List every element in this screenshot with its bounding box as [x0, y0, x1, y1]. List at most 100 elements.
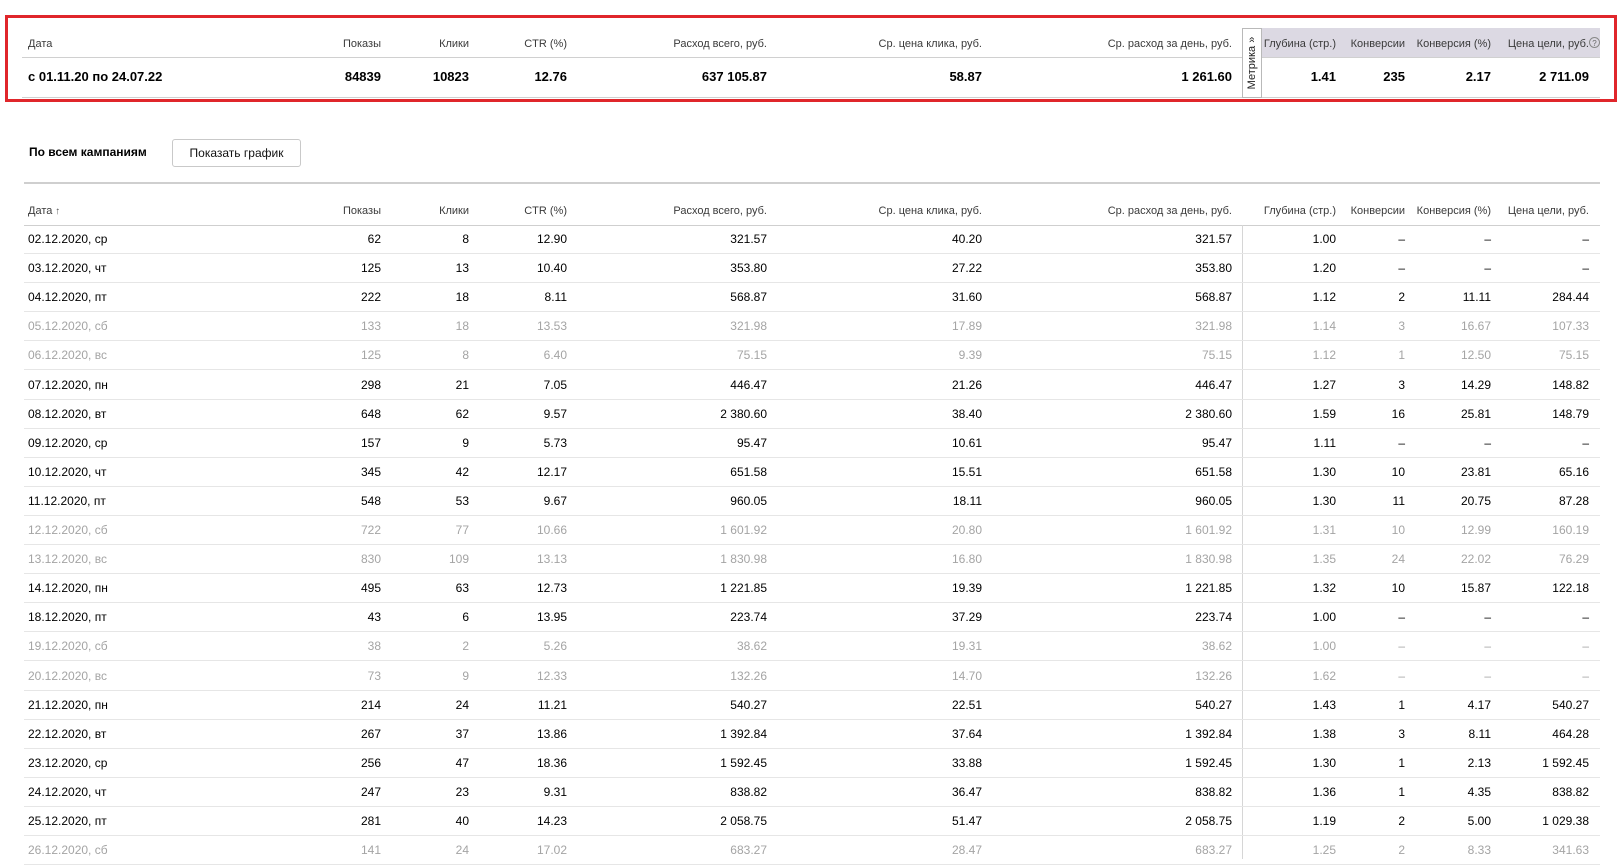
cell-conversion-rate: 16.67 [1460, 319, 1491, 333]
summary-value-avg-daily-spend: 1 261.60 [1181, 69, 1232, 84]
table-header-goal-cost[interactable]: Цена цели, руб. [1508, 205, 1589, 217]
cell-ctr: 17.02 [536, 843, 567, 857]
cell-conversion-rate: 15.87 [1460, 581, 1491, 595]
cell-conversions: – [1398, 639, 1405, 653]
table-header-clicks[interactable]: Клики [439, 205, 469, 217]
cell-conversions: 3 [1398, 319, 1405, 333]
summary-header-ctr: CTR (%) [524, 38, 567, 50]
cell-goal-cost: – [1582, 436, 1589, 450]
info-icon[interactable]: ? [1589, 37, 1600, 48]
summary-value-conversion-rate: 2.17 [1465, 69, 1491, 84]
cell-conversions: – [1398, 261, 1405, 275]
table-row: 12.12.2020, сб 722 77 10.66 1 601.92 20.80 1 6… [24, 516, 1600, 545]
table-row: 11.12.2020, пт 548 53 9.67 960.05 18.11 960.05… [24, 487, 1600, 516]
table-header-impressions[interactable]: Показы [343, 205, 381, 217]
cell-impressions: 222 [360, 290, 381, 304]
table-header-avg-cpc[interactable]: Ср. цена клика, руб. [879, 205, 982, 217]
table-row: 21.12.2020, пн 214 24 11.21 540.27 22.51 540.2… [24, 691, 1600, 720]
cell-spend-total: 353.80 [730, 261, 767, 275]
table-row: 04.12.2020, пт 222 18 8.11 568.87 31.60 568.87… [24, 283, 1600, 312]
table-header-conversions[interactable]: Конверсии [1351, 205, 1405, 217]
cell-avg-daily-spend: 568.87 [1195, 290, 1232, 304]
cell-depth: 1.30 [1312, 756, 1336, 770]
cell-avg-daily-spend: 321.98 [1195, 319, 1232, 333]
table-header-label: Дата [28, 205, 53, 217]
cell-avg-daily-spend: 132.26 [1195, 669, 1232, 683]
table-row: 24.12.2020, чт 247 23 9.31 838.82 36.47 838.82… [24, 778, 1600, 807]
table-header-label: Конверсии [1350, 205, 1405, 217]
cell-date: 06.12.2020, вс [28, 348, 107, 362]
cell-conversions: 2 [1398, 290, 1405, 304]
cell-goal-cost: – [1582, 232, 1589, 246]
cell-ctr: 13.95 [536, 610, 567, 624]
cell-goal-cost: 122.18 [1552, 581, 1589, 595]
cell-spend-total: 1 601.92 [720, 523, 767, 537]
cell-clicks: 77 [455, 523, 469, 537]
cell-date: 23.12.2020, ср [28, 756, 108, 770]
cell-impressions: 141 [360, 843, 381, 857]
show-graph-button[interactable]: Показать график [172, 139, 301, 167]
cell-conversion-rate: 4.17 [1467, 698, 1491, 712]
cell-clicks: 24 [455, 698, 469, 712]
cell-impressions: 281 [360, 814, 381, 828]
summary-value-avg-cpc: 58.87 [949, 69, 982, 84]
cell-conversion-rate: – [1484, 232, 1491, 246]
cell-conversions: 10 [1391, 581, 1405, 595]
cell-goal-cost: 148.79 [1552, 407, 1589, 421]
cell-ctr: 13.53 [536, 319, 567, 333]
cell-spend-total: 1 592.45 [720, 756, 767, 770]
cell-clicks: 37 [455, 727, 469, 741]
cell-conversions: – [1398, 436, 1405, 450]
cell-avg-daily-spend: 540.27 [1195, 698, 1232, 712]
cell-avg-daily-spend: 838.82 [1195, 785, 1232, 799]
cell-impressions: 157 [360, 436, 381, 450]
summary-value-depth: 1.41 [1310, 69, 1336, 84]
cell-spend-total: 568.87 [730, 290, 767, 304]
cell-goal-cost: 838.82 [1552, 785, 1589, 799]
table-header-label: Показы [342, 205, 381, 217]
cell-date: 26.12.2020, сб [28, 843, 108, 857]
cell-impressions: 125 [360, 261, 381, 275]
cell-conversion-rate: – [1484, 436, 1491, 450]
cell-avg-daily-spend: 95.47 [1201, 436, 1232, 450]
summary-header-divider [22, 57, 1600, 58]
cell-conversions: – [1398, 610, 1405, 624]
cell-spend-total: 95.47 [736, 436, 767, 450]
cell-date: 19.12.2020, сб [28, 639, 108, 653]
summary-header-impressions: Показы [342, 38, 381, 50]
cell-avg-cpc: 18.11 [952, 494, 982, 508]
table-header-spend-total[interactable]: Расход всего, руб. [673, 205, 767, 217]
table-header-avg-daily-spend[interactable]: Ср. расход за день, руб. [1108, 205, 1232, 217]
cell-ctr: 9.57 [543, 407, 567, 421]
cell-spend-total: 132.26 [730, 669, 767, 683]
cell-impressions: 267 [360, 727, 381, 741]
table-header-date[interactable]: Дата ↑ [28, 205, 60, 217]
cell-impressions: 345 [360, 465, 381, 479]
table-header-label: Ср. расход за день, руб. [1107, 205, 1232, 217]
cell-avg-daily-spend: 651.58 [1195, 465, 1232, 479]
table-header-label: Клики [439, 205, 469, 217]
cell-goal-cost: 540.27 [1552, 698, 1589, 712]
table-row: 23.12.2020, ср 256 47 18.36 1 592.45 33.88 1 5… [24, 749, 1600, 778]
cell-date: 08.12.2020, вт [28, 407, 107, 421]
cell-avg-cpc: 38.40 [951, 407, 982, 421]
cell-impressions: 38 [367, 639, 381, 653]
cell-conversion-rate: 23.81 [1460, 465, 1491, 479]
cell-spend-total: 960.05 [730, 494, 767, 508]
table-header-conversion-rate[interactable]: Конверсия (%) [1417, 205, 1491, 217]
sort-ascending-icon[interactable]: ↑ [52, 206, 60, 217]
metrika-tab[interactable]: Метрика » [1242, 28, 1262, 98]
cell-depth: 1.00 [1312, 232, 1336, 246]
cell-conversions: – [1398, 232, 1405, 246]
cell-avg-cpc: 33.88 [951, 756, 982, 770]
cell-avg-cpc: 21.26 [951, 378, 982, 392]
cell-avg-daily-spend: 353.80 [1195, 261, 1232, 275]
cell-depth: 1.36 [1312, 785, 1336, 799]
cell-spend-total: 38.62 [736, 639, 767, 653]
table-header-depth[interactable]: Глубина (стр.) [1264, 205, 1336, 217]
cell-ctr: 10.40 [536, 261, 567, 275]
table-row: 10.12.2020, чт 345 42 12.17 651.58 15.51 651.5… [24, 458, 1600, 487]
cell-depth: 1.11 [1313, 436, 1336, 450]
table-header-ctr[interactable]: CTR (%) [524, 205, 567, 217]
cell-depth: 1.30 [1312, 494, 1336, 508]
